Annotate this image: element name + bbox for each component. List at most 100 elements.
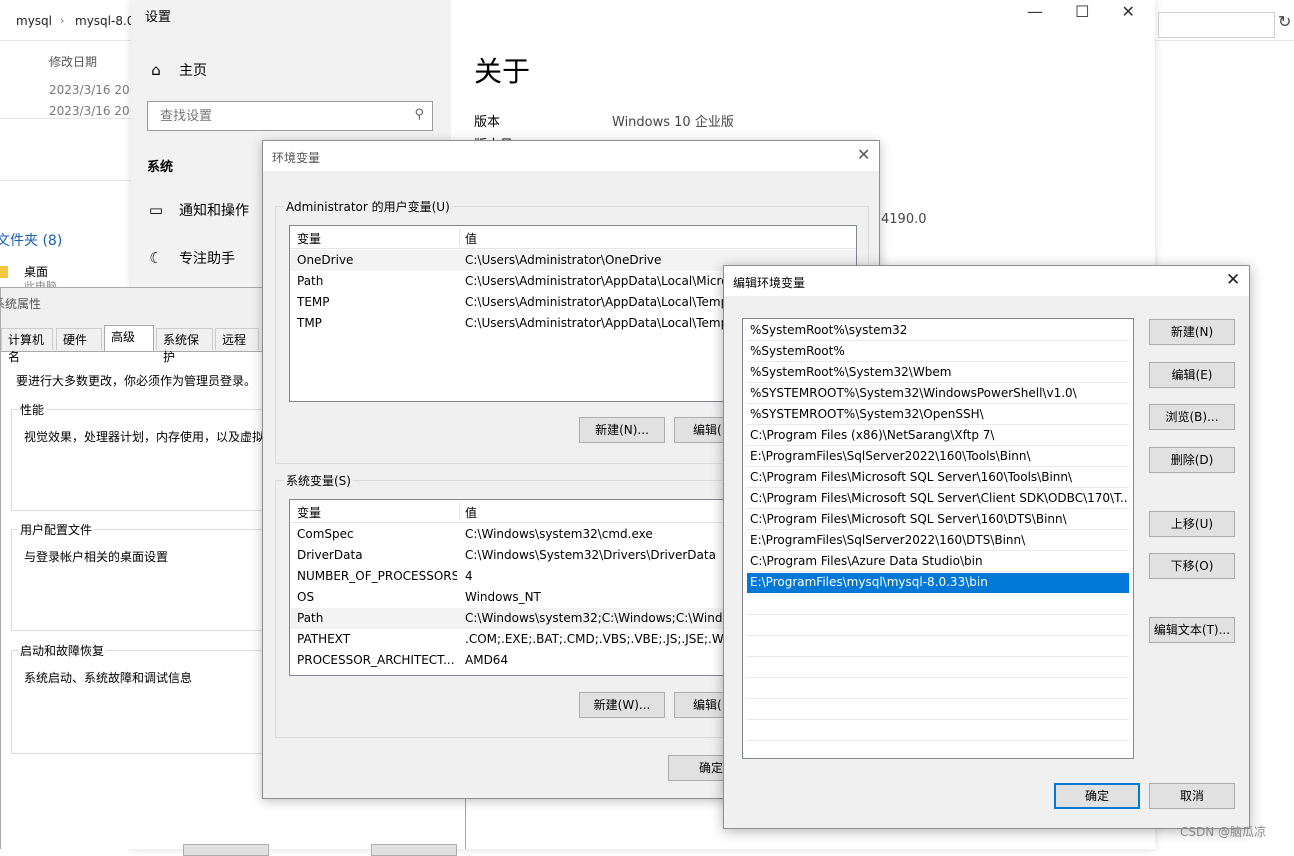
list-item[interactable]: %SystemRoot%\system32 [747,321,1129,341]
browse-button[interactable]: 浏览(B)... [1149,404,1235,430]
column-header-value[interactable]: 值 [465,230,477,247]
moon-icon: ☾ [149,249,163,267]
empty-row [747,678,1129,699]
settings-search-input[interactable] [158,108,402,125]
var-name: Path [297,611,324,625]
column-header-value[interactable]: 值 [465,504,477,521]
group-text: 与登录帐户相关的桌面设置 [24,550,169,564]
system-new-button[interactable]: 新建(W)... [579,692,665,718]
page-title: 关于 [474,55,531,88]
path-entries-list[interactable]: %SystemRoot%\system32 %SystemRoot% %Syst… [742,318,1134,759]
edition-label: 版本 [474,115,501,130]
var-name: PROCESSOR_ARCHITECT... [297,653,455,667]
list-item[interactable]: E:\ProgramFiles\SqlServer2022\160\DTS\Bi… [747,531,1129,551]
maximize-icon[interactable]: ☐ [1075,2,1089,28]
explorer-search-box[interactable] [1158,12,1275,38]
tab-system-protection[interactable]: 系统保护 [156,328,213,364]
minimize-icon[interactable]: — [1027,2,1043,28]
watermark: CSDN @脑瓜凉 [1180,825,1267,839]
column-header-modified[interactable]: 修改日期 [49,53,97,70]
file-date: 2023/3/16 20: [49,104,134,118]
search-icon: ⚲ [414,107,424,122]
list-item[interactable]: %SYSTEMROOT%\System32\OpenSSH\ [747,405,1129,425]
divider [0,180,131,181]
group-label: 启动和故障恢复 [18,642,107,659]
breadcrumb-mysql[interactable]: mysql [16,14,52,28]
list-item[interactable]: C:\Program Files\Microsoft SQL Server\16… [747,510,1129,530]
var-name: TMP [297,316,322,330]
ok-button-partial[interactable] [183,844,269,856]
group-text: 视觉效果，处理器计划，内存使用，以及虚拟 [24,430,265,444]
move-up-button[interactable]: 上移(U) [1149,511,1235,537]
list-item[interactable]: %SystemRoot% [747,342,1129,362]
divider [0,118,131,119]
tab-remote[interactable]: 远程 [215,328,259,350]
breadcrumb-mysql-version[interactable]: mysql-8.0 [75,14,134,28]
title-bar: 环境变量 ✕ [263,141,879,171]
edit-environment-variable-dialog: 编辑环境变量 ✕ %SystemRoot%\system32 %SystemRo… [723,265,1250,829]
close-icon[interactable]: ✕ [857,145,870,164]
list-item[interactable]: C:\Program Files\Microsoft SQL Server\16… [747,468,1129,488]
close-icon[interactable]: ✕ [1122,2,1135,28]
var-name: OneDrive [297,253,354,267]
settings-search[interactable]: ⚲ [147,101,433,131]
list-item[interactable]: %SYSTEMROOT%\System32\WindowsPowerShell\… [747,384,1129,404]
folder-group-header[interactable]: 文件夹 (8) [0,230,62,250]
list-item[interactable]: C:\Program Files\Microsoft SQL Server\Cl… [747,489,1129,509]
list-header: 变量 值 [290,226,856,249]
column-header-variable[interactable]: 变量 [297,230,321,247]
dialog-title: 环境变量 [272,151,321,165]
delete-button[interactable]: 删除(D) [1149,447,1235,473]
column-divider [459,228,460,246]
group-user-profiles: 用户配置文件 与登录帐户相关的桌面设置 [11,521,283,631]
list-item[interactable]: C:\Program Files (x86)\NetSarang\Xftp 7\ [747,426,1129,446]
column-header-variable[interactable]: 变量 [297,504,321,521]
tab-computer-name[interactable]: 计算机名 [1,328,53,364]
empty-row [747,699,1129,720]
apply-button-partial[interactable] [371,844,457,856]
chevron-right-icon: › [60,14,65,27]
empty-row [747,657,1129,678]
var-name: TEMP [297,295,330,309]
group-label: 性能 [18,401,47,418]
nav-home[interactable]: ⌂ 主页 [147,60,207,80]
build-number: 4190.0 [881,212,927,227]
list-item[interactable]: %SystemRoot%\System32\Wbem [747,363,1129,383]
tab-hardware[interactable]: 硬件 [56,328,102,350]
new-button[interactable]: 新建(N) [1149,319,1235,345]
address-bar[interactable]: mysql › mysql-8.0 [0,0,140,41]
tab-advanced[interactable]: 高级 [104,325,154,351]
edit-button[interactable]: 编辑(E) [1149,362,1235,388]
title-bar: 编辑环境变量 ✕ [724,266,1249,296]
cancel-button[interactable]: 取消 [1149,783,1235,809]
empty-row [747,636,1129,657]
list-item[interactable]: E:\ProgramFiles\SqlServer2022\160\Tools\… [747,447,1129,467]
var-name: ComSpec [297,527,354,541]
edit-text-button[interactable]: 编辑文本(T)... [1149,617,1235,643]
column-divider [459,502,460,520]
settings-title: 设置 [145,10,172,25]
empty-row [747,594,1129,615]
section-header-system: 系统 [147,160,174,175]
nav-focus-assist[interactable]: ☾ 专注助手 [147,248,235,268]
list-item[interactable]: C:\Program Files\Azure Data Studio\bin [747,552,1129,572]
empty-row [747,720,1129,741]
close-icon[interactable]: ✕ [1226,270,1240,290]
nav-notifications[interactable]: ▭ 通知和操作 [147,200,249,220]
list-item-selected[interactable]: E:\ProgramFiles\mysql\mysql-8.0.33\bin [747,573,1129,593]
move-down-button[interactable]: 下移(O) [1149,553,1235,579]
nav-focus-assist-label: 专注助手 [179,251,235,267]
dialog-title: 系统属性 [0,297,42,311]
ok-button[interactable]: 确定 [1054,783,1140,809]
var-name: OS [297,590,315,604]
message-icon: ▭ [148,201,164,219]
var-name: Path [297,274,324,288]
admin-note: 要进行大多数更改，你必须作为管理员登录。 [16,374,257,388]
group-startup-recovery: 启动和故障恢复 系统启动、系统故障和调试信息 [11,642,283,754]
group-text: 系统启动、系统故障和调试信息 [24,671,193,685]
refresh-icon[interactable]: ↻ [1278,12,1291,31]
group-label: Administrator 的用户变量(U) [284,198,452,215]
dialog-title: 编辑环境变量 [733,276,806,290]
user-new-button[interactable]: 新建(N)... [579,417,665,443]
group-label: 用户配置文件 [18,521,95,538]
